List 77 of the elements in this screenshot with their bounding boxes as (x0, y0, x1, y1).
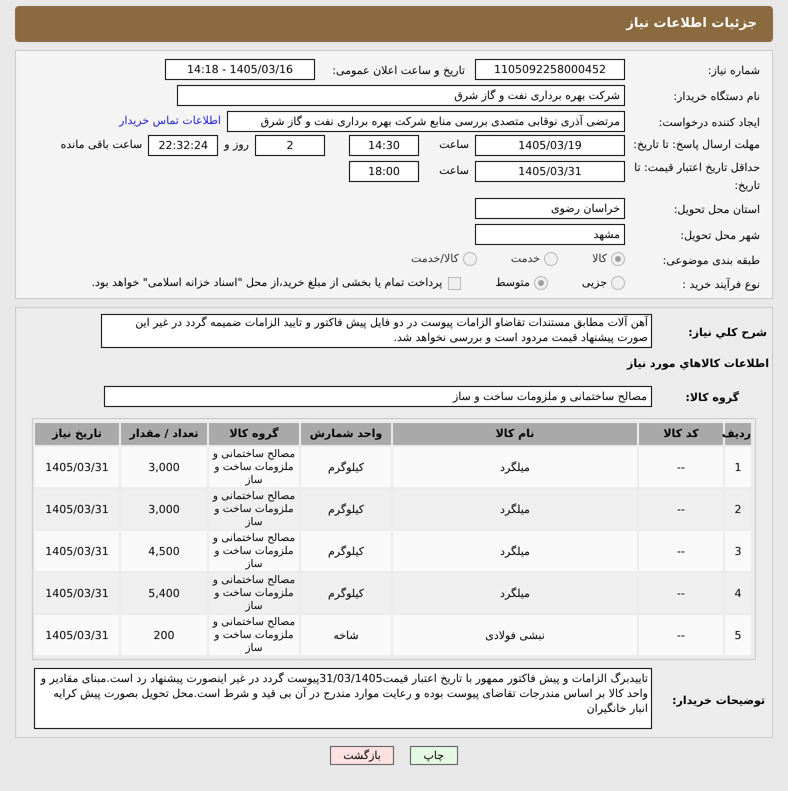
field-label: طبقه بندی موضوعی: (662, 254, 760, 267)
checkbox[interactable] (448, 276, 462, 290)
table-cell: 3,000 (121, 447, 207, 487)
radio-button[interactable] (611, 276, 625, 290)
field-label: ایجاد کننده درخواست: (658, 116, 760, 129)
radio-button[interactable] (462, 252, 477, 266)
table-cell: کیلوگرم (301, 531, 391, 571)
table-cell: -- (639, 615, 723, 655)
field-label: ساعت (438, 137, 469, 154)
buyer-name-field: شرکت بهره برداری نفت و گاز شرق (177, 84, 625, 106)
field-label: شهر محل تحویل: (680, 229, 760, 242)
field-label: نام دستگاه خریدار: (673, 90, 760, 103)
table-cell: 5 (725, 615, 751, 655)
table-cell: نبشی فولادی (393, 615, 637, 655)
remaining-time-field: 22:32:24 (148, 135, 218, 156)
column-header: تاریخ نیاز (35, 423, 119, 445)
field-label: شرح كلي نياز: (688, 326, 767, 339)
table-cell: میلگرد (393, 531, 637, 571)
table-cell: 4,500 (121, 531, 207, 571)
table-cell: کیلوگرم (301, 447, 391, 487)
field-label: گروه کالا: (685, 391, 739, 404)
description-field[interactable]: آهن آلات مطابق مستندات تقاضاو الزامات پیوست در دو فایل پیش فاکتور و تایید الزامات ضمیمه گردد در غیر این صورت پیشنهاد قیمت مردود است و بررسی نخواهد شد. (101, 314, 652, 348)
column-header: تعداد / مقدار (121, 423, 207, 445)
deadline-time-field: 14:30 (349, 135, 419, 156)
table-cell: 3 (725, 531, 751, 571)
page-title: جزئیات اطلاعات نیاز (626, 15, 757, 34)
table-cell: 1405/03/31 (35, 531, 119, 571)
table-cell: شاخه (301, 615, 391, 655)
column-header: نام کالا (393, 423, 637, 445)
table-cell: -- (639, 531, 723, 571)
table-cell: مصالح ساختمانی و ملزومات ساخت و ساز (209, 447, 299, 487)
contact-link[interactable]: اطلاعات تماس خریدار (119, 112, 221, 130)
radio-label: خدمت (510, 250, 540, 267)
column-header: ردیف (725, 423, 751, 445)
days-field: 2 (255, 135, 325, 156)
province-field: خراسان رضوی (475, 198, 625, 218)
radio-label: کالا (592, 250, 607, 267)
radio-button[interactable] (544, 252, 558, 266)
validity-date-field: 1405/03/31 (475, 161, 625, 182)
goods-group-field: مصالح ساختمانی و ملزومات ساخت و ساز (104, 386, 652, 406)
field-label: توضیحات خریدار: (672, 694, 765, 706)
field-label: مهلت ارسال پاسخ: تا تاریخ: (633, 138, 760, 151)
field-label: ساعت باقی مانده (60, 137, 142, 154)
validity-time-field: 18:00 (349, 161, 419, 182)
radio-label: جزیی (582, 274, 607, 291)
field-label: حداقل تاریخ اعتبار قیمت: تا تاریخ: (634, 161, 760, 192)
action-button[interactable]: چاپ (410, 746, 458, 765)
radio-button[interactable] (611, 252, 625, 266)
table-cell: 1405/03/31 (35, 447, 119, 487)
field-label: استان محل تحویل: (674, 203, 760, 216)
column-header: کد کالا (639, 423, 723, 445)
need-number-field: 1105092258000452 (475, 58, 625, 80)
radio-label: کالا/خدمت (411, 250, 459, 267)
table-cell: 200 (121, 615, 207, 655)
table-cell: -- (639, 447, 723, 487)
creator-field: مرتضی آذری نوقابی متصدی بررسی منابع شرکت بهره برداری نفت و گاز شرق (227, 110, 625, 132)
deadline-date-field: 1405/03/19 (475, 135, 625, 156)
announce-date-field: 1405/03/16 - 14:18 (165, 58, 315, 80)
table-cell: مصالح ساختمانی و ملزومات ساخت و ساز (209, 615, 299, 655)
field-label: شماره نیاز: (708, 64, 760, 77)
column-header: واحد شمارش (301, 423, 391, 445)
field-label: تاریخ و ساعت اعلان عمومی: (332, 64, 465, 77)
action-button[interactable]: بازگشت (330, 746, 394, 765)
checkbox-label: پرداخت تمام یا بخشی از مبلغ خرید،از محل "اسناد خزانه اسلامی" خواهد بود. (92, 274, 442, 291)
buyer-notes-field[interactable]: تاییدبرگ الزامات و پیش فاکتور ممهور با تاریخ اعتبار قیمت31/03/1405پیوست گردد در غیر اینصورت پیشنهاد رد است.مبنای مقادیر و واحد کالا بر اساس مندرجات تقاضای پیوست بوده و رعایت موارد مندرج در آن بی قید و شرط است.محل تحویل بصورت پیش کرایه انبار خانگیران (34, 668, 652, 729)
column-header: گروه کالا (209, 423, 299, 445)
field-label: نوع فرآیند خرید : (682, 278, 760, 291)
field-label: ساعت (438, 163, 469, 180)
table-cell: 1 (725, 447, 751, 487)
city-field: مشهد (475, 224, 625, 244)
radio-label: متوسط (495, 274, 530, 291)
table-cell: 1405/03/31 (35, 615, 119, 655)
section-heading: اطلاعات كالاهاي مورد نياز (627, 357, 769, 370)
table-cell: مصالح ساختمانی و ملزومات ساخت و ساز (209, 531, 299, 571)
radio-button[interactable] (534, 276, 548, 290)
table-cell: میلگرد (393, 447, 637, 487)
field-label: روز و (224, 137, 249, 154)
